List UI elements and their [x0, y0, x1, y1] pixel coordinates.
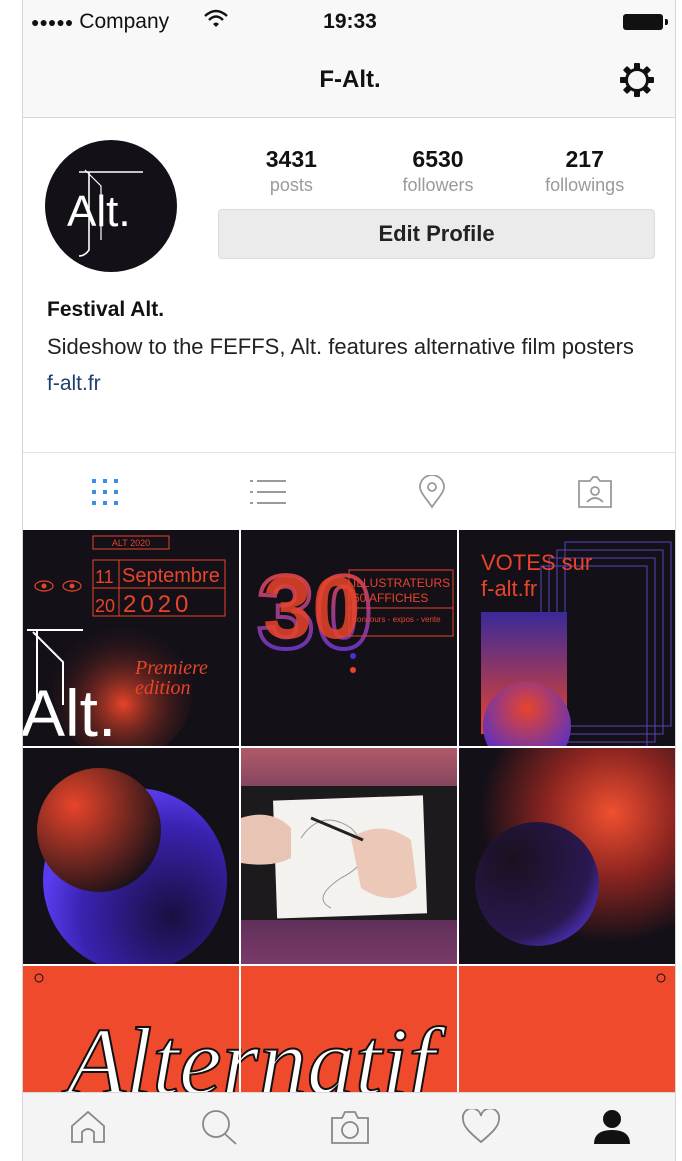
- status-bar: ●●●●● Company 19:33: [23, 0, 675, 42]
- profile-name: Festival Alt.: [47, 298, 165, 321]
- poster-alternatif-c: Alternatif: [656, 973, 666, 983]
- profile-stats: 3431 posts 6530 followers 217 followings: [218, 146, 658, 196]
- date-century: 20: [95, 596, 115, 616]
- grid-icon: [91, 478, 118, 505]
- nav-bar: F-Alt.: [23, 42, 675, 118]
- post-tile-9[interactable]: Alternatif: [459, 966, 675, 1096]
- profile-tabs: [23, 452, 676, 530]
- tab-activity[interactable]: [415, 1093, 546, 1161]
- post-grid: ALT 2020 11 20 Septembre 2020 Alt. Premi…: [23, 530, 675, 1096]
- tab-tagged[interactable]: [514, 453, 676, 530]
- stat-followings[interactable]: 217 followings: [511, 146, 658, 196]
- poster-line1: Premiere: [134, 657, 208, 679]
- poster-number-fill: 30: [263, 558, 361, 657]
- stat-label: followings: [545, 175, 625, 195]
- poster-alternatif-a: Alternatif: [34, 973, 239, 1096]
- drawing-photo: [241, 748, 457, 964]
- festival-logo: Alt.: [67, 169, 143, 257]
- post-tile-8[interactable]: Alternatif: [241, 966, 457, 1096]
- heart-icon: [461, 1109, 500, 1144]
- battery-icon: [623, 14, 668, 30]
- poster-glow: [459, 748, 675, 964]
- edit-profile-button[interactable]: Edit Profile: [218, 209, 655, 259]
- tab-profile[interactable]: [546, 1093, 675, 1161]
- tab-list[interactable]: [187, 453, 351, 530]
- camera-icon: [331, 1111, 369, 1144]
- poster-line2: f-alt.fr: [481, 576, 537, 601]
- poster-premiere: ALT 2020 11 20 Septembre 2020 Alt. Premi…: [23, 535, 226, 746]
- poster-spheres: [37, 768, 227, 964]
- stat-followers[interactable]: 6530 followers: [365, 146, 512, 196]
- post-tile-7[interactable]: Alternatif: [23, 966, 239, 1096]
- profile-bio: Festival Alt. Sideshow to the FEFFS, Alt…: [47, 298, 657, 396]
- tagged-person-icon: [578, 475, 613, 508]
- poster-word: Alternatif: [241, 1008, 446, 1096]
- tab-camera[interactable]: [285, 1093, 416, 1161]
- tab-grid[interactable]: [23, 453, 187, 530]
- page-title: F-Alt.: [319, 66, 381, 93]
- profile-icon: [593, 1110, 630, 1144]
- date-month: Septembre: [122, 565, 220, 587]
- post-tile-5[interactable]: [241, 748, 457, 964]
- tab-bar: [23, 1092, 675, 1161]
- tab-home[interactable]: [23, 1093, 154, 1161]
- avatar[interactable]: Alt.: [45, 140, 177, 272]
- post-tile-2[interactable]: 30 30 ILLUSTRATEURS 60 AFFICHES concours…: [241, 530, 457, 746]
- gear-icon[interactable]: [617, 60, 657, 100]
- poster-illustrateurs: 30 30 ILLUSTRATEURS 60 AFFICHES concours…: [255, 553, 454, 673]
- post-tile-4[interactable]: [23, 748, 239, 964]
- post-tag: ALT 2020: [112, 538, 150, 548]
- search-icon: [202, 1110, 237, 1145]
- phone-screen: ●●●●● Company 19:33 F-Alt. Alt. 3431 pos…: [22, 0, 676, 1161]
- home-icon: [71, 1110, 106, 1143]
- post-tile-6[interactable]: [459, 748, 675, 964]
- clock: 19:33: [323, 10, 377, 33]
- website-link[interactable]: f-alt.fr: [47, 372, 657, 396]
- stat-value: 3431: [265, 146, 317, 172]
- poster-line1: VOTES sur: [481, 550, 592, 575]
- poster-line3: concours - expos - vente: [353, 615, 441, 624]
- list-icon: [250, 479, 287, 504]
- poster-votes: VOTES sur f-alt.fr: [481, 541, 672, 746]
- poster-line1: ILLUSTRATEURS: [353, 576, 450, 590]
- poster-word: Alt.: [23, 676, 116, 746]
- bio-text: Sideshow to the FEFFS, Alt. features alt…: [47, 334, 634, 359]
- poster-line2: edition: [135, 677, 191, 699]
- poster-word: Alternatif: [61, 1008, 239, 1096]
- date-day: 11: [95, 567, 114, 587]
- avatar-text: Alt.: [67, 187, 131, 236]
- stat-label: followers: [402, 175, 474, 195]
- tab-search[interactable]: [154, 1093, 285, 1161]
- location-pin-icon: [418, 474, 445, 509]
- poster-line2: 60 AFFICHES: [353, 591, 428, 605]
- tab-location[interactable]: [350, 453, 514, 530]
- date-year: 2020: [123, 591, 192, 618]
- post-tile-1[interactable]: ALT 2020 11 20 Septembre 2020 Alt. Premi…: [23, 530, 239, 746]
- stat-posts[interactable]: 3431 posts: [218, 146, 365, 196]
- stat-value: 6530: [412, 146, 464, 172]
- stat-label: posts: [269, 175, 313, 195]
- poster-alternatif-b: Alternatif: [241, 1007, 447, 1096]
- post-tile-3[interactable]: VOTES sur f-alt.fr: [459, 530, 675, 746]
- stat-value: 217: [565, 146, 604, 172]
